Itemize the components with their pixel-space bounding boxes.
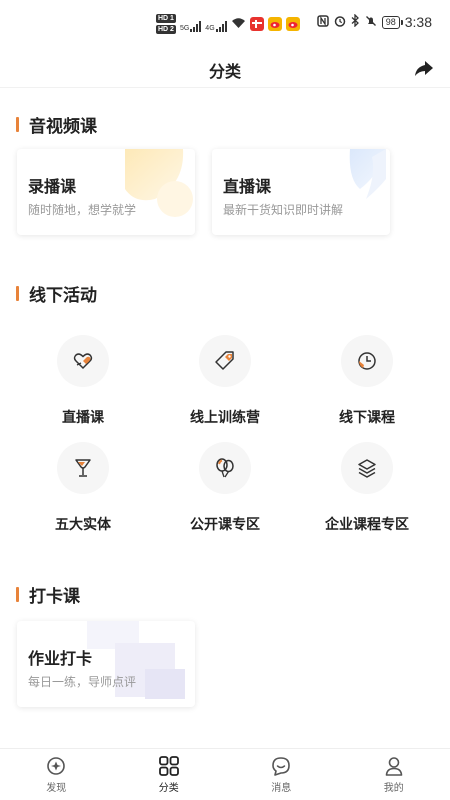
section-accent-bar <box>16 587 19 602</box>
status-bar: HD 1 HD 2 5G 4G 98 3:38 <box>0 0 450 48</box>
grid-label: 线上训练营 <box>190 409 260 425</box>
card-title: 直播课 <box>223 179 272 196</box>
card-decor-blue <box>349 149 386 199</box>
nav-label: 发现 <box>46 783 67 794</box>
nfc-icon <box>316 14 329 30</box>
status-time: 3:38 <box>404 14 432 30</box>
top-header: 分类 <box>0 48 450 88</box>
battery-indicator: 98 <box>381 15 403 29</box>
wifi-icon <box>231 17 246 32</box>
glass-icon <box>57 442 109 494</box>
section-accent-bar <box>16 117 19 132</box>
profile-icon <box>385 757 403 776</box>
status-right: 98 3:38 <box>316 13 432 30</box>
tag-icon <box>199 335 251 387</box>
card-title: 录播课 <box>28 179 77 196</box>
heart-hand-icon <box>57 335 109 387</box>
section-title-av: 音视频课 <box>16 112 97 137</box>
share-icon <box>415 61 433 76</box>
bluetooth-icon <box>351 13 360 30</box>
nav-label: 我的 <box>383 783 404 794</box>
grid-item-public-course[interactable]: 公开课专区 <box>155 442 295 534</box>
section-title-checkin: 打卡课 <box>16 582 80 607</box>
card-homework-checkin[interactable]: 作业打卡 每日一练，导师点评 <box>17 621 195 707</box>
nav-tab-discover[interactable]: 发现 <box>0 749 113 800</box>
grid-icon <box>158 756 179 776</box>
signal-2-icon: 4G <box>205 16 227 32</box>
alarm-icon <box>334 15 346 30</box>
card-live-course[interactable]: 直播课 最新干货知识即时讲解 <box>212 149 390 235</box>
section-title-offline: 线下活动 <box>16 281 97 306</box>
nav-tab-profile[interactable]: 我的 <box>338 749 450 800</box>
news-app-icon <box>249 17 264 31</box>
page-title: 分类 <box>208 64 241 81</box>
card-recorded-course[interactable]: 录播课 随时随地，想学就学 <box>17 149 195 235</box>
card-subtitle: 随时随地，想学就学 <box>28 203 137 217</box>
mute-icon <box>365 15 377 30</box>
grid-label: 五大实体 <box>55 516 111 532</box>
nav-label: 消息 <box>271 783 292 794</box>
section-accent-bar <box>16 286 19 301</box>
card-decor-purple <box>87 621 185 699</box>
weibo-icon-2 <box>285 17 300 31</box>
grid-item-enterprise-course[interactable]: 企业课程专区 <box>297 442 437 534</box>
grid-label: 企业课程专区 <box>325 516 409 532</box>
signal-1-icon: 5G <box>180 16 202 32</box>
layers-icon <box>341 442 393 494</box>
bottom-nav: 发现 分类 消息 我的 <box>0 748 450 800</box>
grid-item-online-camp[interactable]: 线上训练营 <box>155 335 295 427</box>
nav-tab-messages[interactable]: 消息 <box>225 749 338 800</box>
discover-icon <box>47 757 66 775</box>
balloons-icon <box>199 442 251 494</box>
weibo-icon-1 <box>267 17 282 31</box>
grid-label: 直播课 <box>62 409 104 425</box>
grid-label: 线下课程 <box>339 409 395 425</box>
grid-label: 公开课专区 <box>190 516 260 532</box>
status-left: HD 1 HD 2 5G 4G <box>156 14 300 34</box>
grid-item-five-entities[interactable]: 五大实体 <box>13 442 153 534</box>
clock-icon <box>341 335 393 387</box>
card-title: 作业打卡 <box>28 651 93 668</box>
hd2-badge: HD 2 <box>156 25 176 34</box>
message-icon <box>272 757 291 776</box>
card-subtitle: 最新干货知识即时讲解 <box>223 203 344 217</box>
grid-item-offline-course[interactable]: 线下课程 <box>297 335 437 427</box>
grid-item-live[interactable]: 直播课 <box>13 335 153 427</box>
hd1-badge: HD 1 <box>156 14 176 23</box>
nav-label: 分类 <box>158 783 179 794</box>
card-decor-yellow <box>125 149 193 217</box>
share-button[interactable] <box>412 56 436 80</box>
card-subtitle: 每日一练，导师点评 <box>28 675 137 689</box>
nav-tab-category[interactable]: 分类 <box>113 749 226 800</box>
